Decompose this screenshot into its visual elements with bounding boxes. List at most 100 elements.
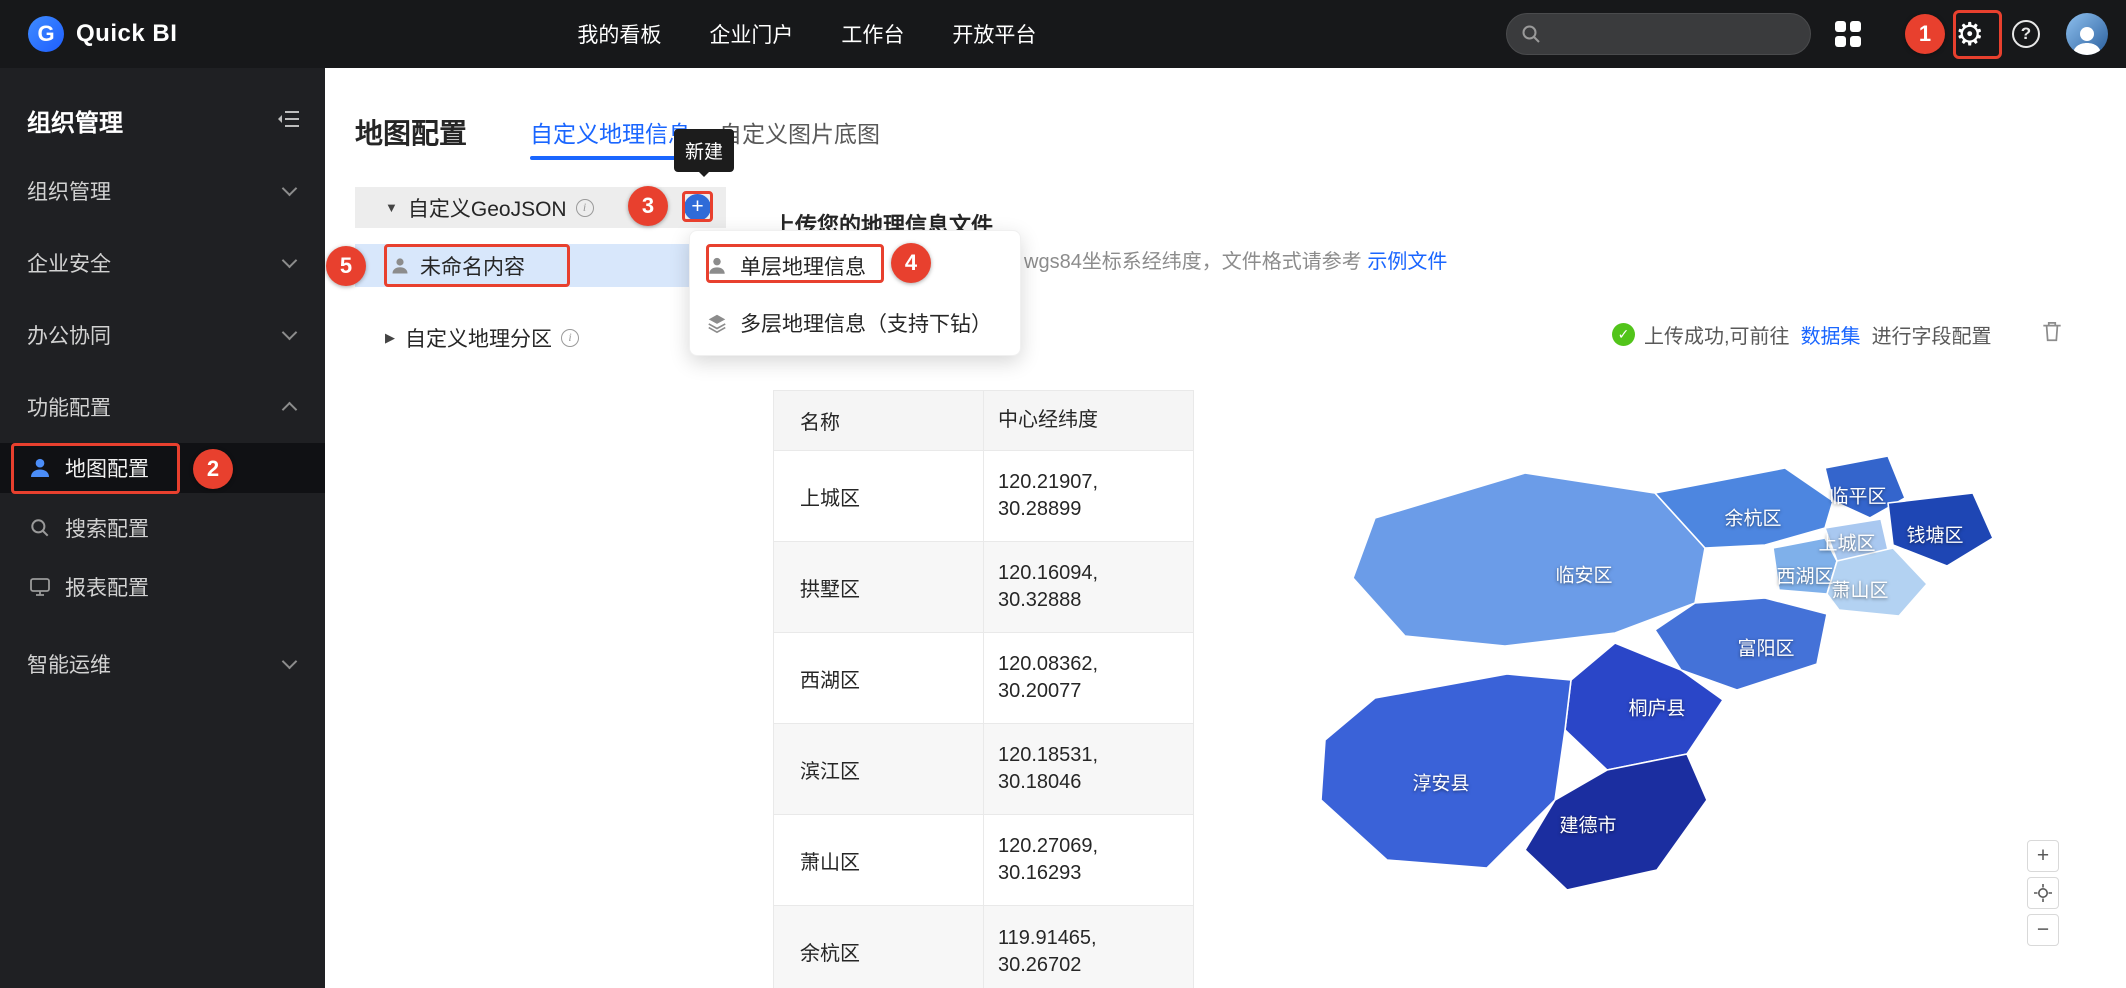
add-geojson-button[interactable]: + [684, 194, 711, 221]
success-text: 上传成功,可前往 [1644, 320, 1790, 349]
info-icon[interactable]: i [561, 329, 579, 347]
sidebar: 组织管理 组织管理 企业安全 办公协同 功能配置 地图配置 [0, 68, 325, 988]
layers-icon [706, 312, 728, 334]
map-pin-person-icon [27, 455, 53, 481]
map-district-qiantang[interactable] [1888, 493, 1993, 566]
hint-text: wgs84坐标系经纬度，文件格式请参考 [1024, 251, 1367, 273]
map-district-linan[interactable] [1353, 473, 1705, 646]
table-row[interactable]: 余杭区 119.91465, 30.26702 [774, 906, 1193, 988]
map-svg [1225, 398, 2025, 968]
map-zoom-controls: + − [2027, 840, 2059, 946]
nav-portal[interactable]: 企业门户 [709, 19, 793, 49]
chevron-down-icon [282, 325, 298, 341]
sidebar-item-label: 智能运维 [27, 649, 111, 679]
global-search[interactable] [1506, 13, 1811, 55]
map-district-xihu[interactable] [1773, 538, 1837, 594]
cell-coord: 120.16094, 30.32888 [984, 542, 1193, 632]
main-content: 地图配置 自定义地理信息 自定义图片底图 ▼ 自定义GeoJSON i + 未命… [325, 68, 2126, 988]
sample-file-link[interactable]: 示例文件 [1367, 251, 1447, 273]
sidebar-collapse-icon[interactable] [277, 110, 301, 133]
sidebar-item-map-config[interactable]: 地图配置 [0, 443, 325, 493]
person-pin-icon [706, 255, 728, 277]
logo-icon: G [28, 16, 64, 52]
cell-name: 余杭区 [774, 906, 984, 988]
person-icon [390, 256, 410, 276]
cell-name: 滨江区 [774, 724, 984, 814]
tree-group-geojson[interactable]: ▼ 自定义GeoJSON i + [355, 187, 726, 228]
menu-item-multi-layer-geo[interactable]: 多层地理信息（支持下钻） [690, 294, 1020, 351]
zoom-out-button[interactable]: − [2027, 914, 2059, 946]
dataset-link[interactable]: 数据集 [1801, 320, 1861, 349]
topbar: G Quick BI 我的看板 企业门户 工作台 开放平台 ⚙ ? [0, 0, 2126, 68]
zoom-in-button[interactable]: + [2027, 840, 2059, 872]
quickbi-logo[interactable]: G Quick BI [28, 16, 177, 52]
sidebar-item-search-config[interactable]: 搜索配置 [0, 504, 325, 552]
user-avatar[interactable] [2066, 13, 2108, 55]
col-header-name: 名称 [774, 391, 984, 450]
cell-name: 拱墅区 [774, 542, 984, 632]
table-row[interactable]: 萧山区 120.27069, 30.16293 [774, 815, 1193, 906]
help-icon[interactable]: ? [2012, 20, 2040, 48]
report-config-icon [27, 574, 53, 600]
cell-name: 萧山区 [774, 815, 984, 905]
hangzhou-map: 临安区 余杭区 临平区 钱塘区 上城区 西湖区 萧山区 富阳区 桐庐县 淳安县 … [1225, 398, 2025, 968]
sidebar-item-org-management[interactable]: 组织管理 [0, 167, 325, 215]
sidebar-item-report-config[interactable]: 报表配置 [0, 563, 325, 611]
menu-item-label: 多层地理信息（支持下钻） [740, 308, 992, 338]
nav-open-platform[interactable]: 开放平台 [952, 19, 1036, 49]
avatar-person-icon [2070, 23, 2104, 55]
sidebar-title: 组织管理 [27, 103, 123, 138]
nav-workbench[interactable]: 工作台 [841, 19, 904, 49]
page-title: 地图配置 [355, 112, 467, 152]
app-root: G Quick BI 我的看板 企业门户 工作台 开放平台 ⚙ ? 组织管理 组… [0, 0, 2126, 988]
apps-grid-icon[interactable] [1835, 21, 1861, 47]
sidebar-item-label: 报表配置 [65, 572, 149, 602]
tree-item-label: 未命名内容 [420, 251, 525, 281]
sidebar-item-intelligent-ops[interactable]: 智能运维 [0, 640, 325, 688]
caret-down-icon[interactable]: ▼ [385, 200, 398, 215]
chevron-down-icon [282, 654, 298, 670]
col-header-coord: 中心经纬度 [984, 391, 1193, 450]
tree-group-label: 自定义地理分区 [405, 323, 552, 353]
new-tooltip: 新建 [674, 129, 734, 172]
table-row[interactable]: 拱墅区 120.16094, 30.32888 [774, 542, 1193, 633]
sidebar-item-enterprise-security[interactable]: 企业安全 [0, 239, 325, 287]
geo-table: 名称 中心经纬度 上城区 120.21907, 30.28899 拱墅区 120… [773, 390, 1194, 988]
caret-right-icon[interactable]: ▶ [385, 330, 395, 346]
chevron-down-icon [282, 253, 298, 269]
chevron-up-icon [282, 402, 298, 418]
cell-coord: 120.27069, 30.16293 [984, 815, 1193, 905]
table-row[interactable]: 西湖区 120.08362, 30.20077 [774, 633, 1193, 724]
trash-icon[interactable] [2039, 318, 2065, 349]
logo-text: Quick BI [76, 20, 177, 48]
search-icon [1521, 24, 1541, 44]
locate-button[interactable] [2027, 877, 2059, 909]
cell-coord: 120.18531, 30.18046 [984, 724, 1193, 814]
tree-item-unnamed[interactable]: 未命名内容 [355, 244, 726, 287]
upload-success-message: ✓ 上传成功,可前往数据集进行字段配置 [1612, 320, 1992, 349]
tree-group-partition[interactable]: ▶ 自定义地理分区 i [355, 317, 726, 358]
nav-dashboard[interactable]: 我的看板 [577, 19, 661, 49]
success-check-icon: ✓ [1612, 323, 1635, 346]
create-menu: 单层地理信息 多层地理信息（支持下钻） [689, 230, 1021, 356]
tab-custom-geo-info[interactable]: 自定义地理信息 [530, 115, 691, 149]
sidebar-item-feature-config[interactable]: 功能配置 [0, 383, 325, 431]
menu-item-single-layer-geo[interactable]: 单层地理信息 [690, 237, 1020, 294]
tab-custom-image-basemap[interactable]: 自定义图片底图 [719, 115, 880, 149]
search-input[interactable] [1549, 23, 1796, 45]
cell-name: 上城区 [774, 451, 984, 541]
cell-coord: 120.08362, 30.20077 [984, 633, 1193, 723]
sidebar-item-office-collaboration[interactable]: 办公协同 [0, 311, 325, 359]
table-row[interactable]: 上城区 120.21907, 30.28899 [774, 451, 1193, 542]
sidebar-item-label: 搜索配置 [65, 513, 149, 543]
info-icon[interactable]: i [576, 199, 594, 217]
table-row[interactable]: 滨江区 120.18531, 30.18046 [774, 724, 1193, 815]
top-navigation: 我的看板 企业门户 工作台 开放平台 [577, 19, 1036, 49]
cell-name: 西湖区 [774, 633, 984, 723]
sidebar-item-label: 企业安全 [27, 248, 111, 278]
cell-coord: 119.91465, 30.26702 [984, 906, 1193, 988]
chevron-down-icon [282, 181, 298, 197]
sidebar-item-label: 办公协同 [27, 320, 111, 350]
gear-icon[interactable]: ⚙ [1955, 18, 1984, 50]
menu-item-label: 单层地理信息 [740, 251, 866, 281]
